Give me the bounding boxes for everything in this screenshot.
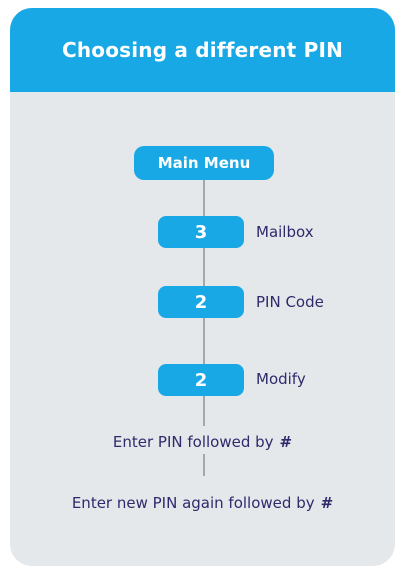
key-label-modify: Modify (256, 370, 306, 388)
main-menu-node: Main Menu (134, 146, 274, 180)
key-node-modify: 2 (158, 364, 244, 396)
key-node-mailbox: 3 (158, 216, 244, 248)
step-enter-pin-text: Enter PIN followed by (112, 433, 274, 451)
key-node-pin-code: 2 (158, 286, 244, 318)
card-title: Choosing a different PIN (61, 38, 344, 62)
hash-key-symbol: # (279, 433, 293, 451)
flow-connector-lower (203, 454, 205, 476)
card-header: Choosing a different PIN (10, 8, 395, 92)
step-enter-new-pin-again-text: Enter new PIN again followed by (71, 494, 315, 512)
step-enter-new-pin-again: Enter new PIN again followed by # (10, 494, 395, 512)
step-enter-pin: Enter PIN followed by # (10, 433, 395, 451)
key-label-mailbox: Mailbox (256, 223, 314, 241)
instruction-card: Choosing a different PIN Main Menu 3 Mai… (10, 8, 395, 566)
hash-key-symbol: # (320, 494, 334, 512)
key-label-pin-code: PIN Code (256, 293, 324, 311)
